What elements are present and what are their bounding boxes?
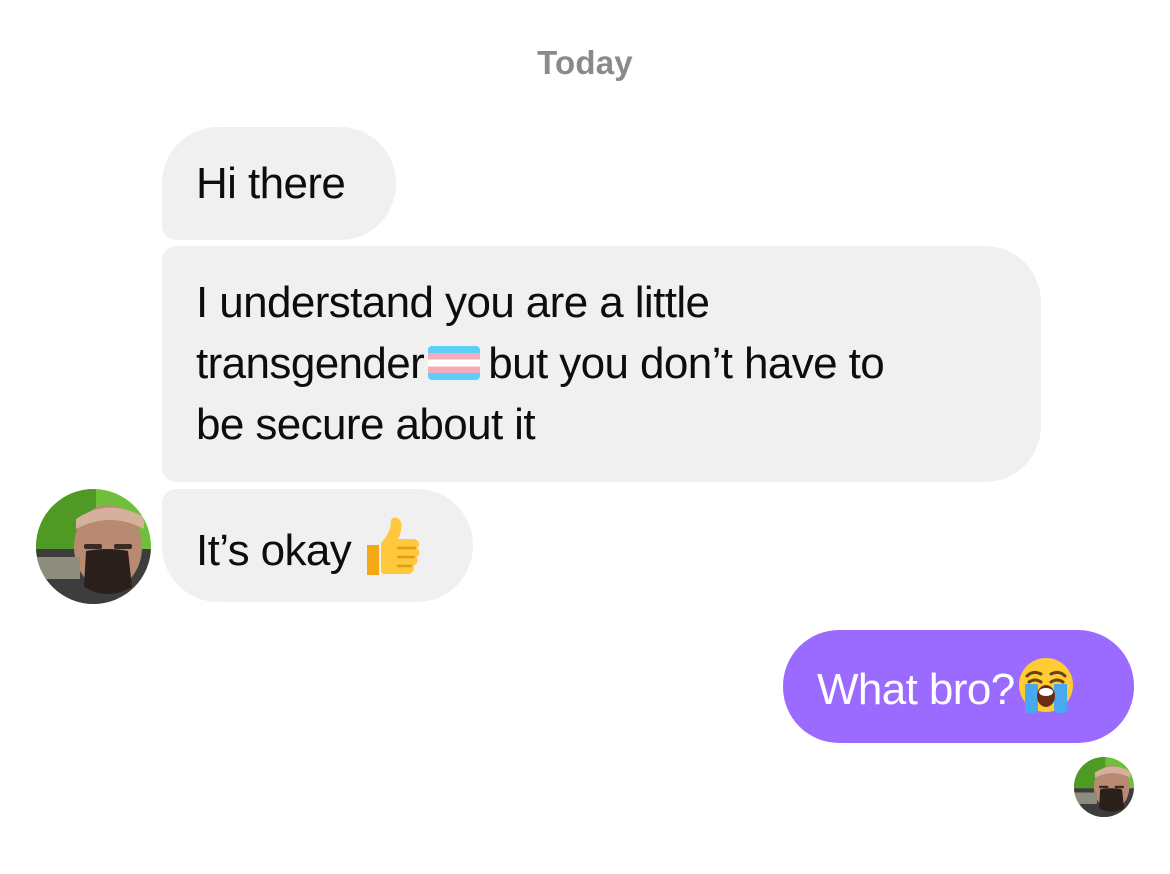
message-text-line: transgender but you don’t have to: [196, 333, 1011, 394]
contact-avatar[interactable]: [36, 489, 151, 604]
thumbs-up-icon: [367, 517, 420, 575]
message-text: Hi there: [196, 159, 346, 208]
message-text: It’s okay: [196, 526, 352, 575]
incoming-message-bubble[interactable]: I understand you are a little transgende…: [162, 246, 1041, 482]
outgoing-message-bubble[interactable]: What bro?: [783, 630, 1134, 743]
message-text-line: be secure about it: [196, 400, 536, 449]
transgender-flag-icon: [428, 346, 481, 380]
message-text-segment: transgender: [196, 339, 425, 388]
message-text-line: I understand you are a little: [196, 278, 710, 327]
user-avatar[interactable]: [1074, 757, 1134, 817]
message-text-segment: but you don’t have to: [488, 339, 885, 388]
incoming-message-bubble[interactable]: It’s okay: [162, 489, 473, 602]
avatar-photo: [36, 489, 151, 604]
message-text: What bro?: [817, 665, 1015, 714]
date-divider: Today: [537, 44, 633, 81]
avatar-photo: [1074, 757, 1134, 817]
loudly-crying-face-icon: [1018, 658, 1073, 713]
incoming-message-bubble[interactable]: Hi there: [162, 127, 396, 240]
